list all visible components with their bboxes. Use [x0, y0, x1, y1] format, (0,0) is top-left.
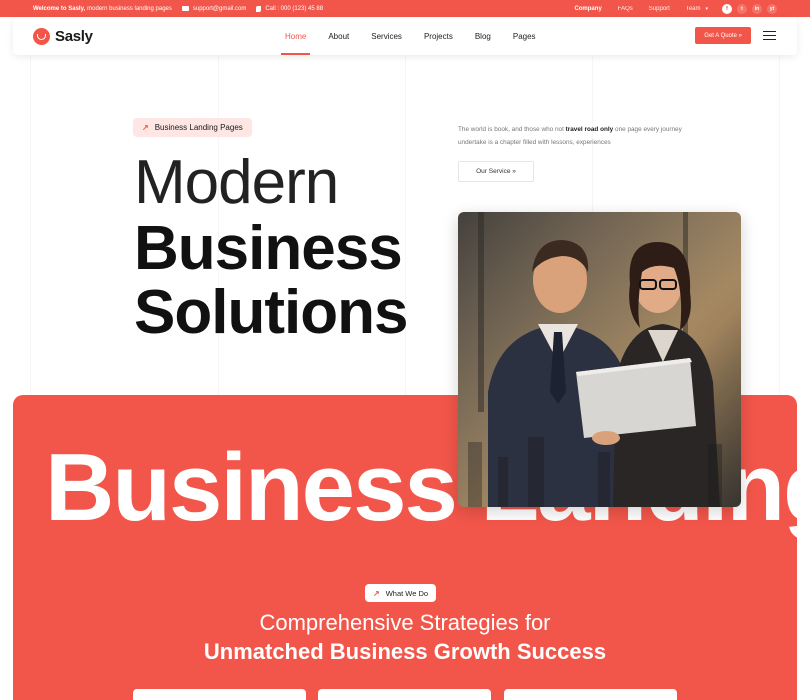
- welcome-tagline: modern business landing pages: [87, 5, 172, 12]
- logo-icon: [33, 27, 50, 45]
- section-subtitle-line2: Unmatched Business Growth Success: [203, 639, 607, 664]
- twitter-icon[interactable]: t: [737, 3, 747, 14]
- hero-intro: The world is book, and those who not tra…: [458, 123, 708, 149]
- logo[interactable]: Sasly: [33, 27, 93, 45]
- nav-item-services[interactable]: Services: [371, 17, 402, 55]
- topbar-link-faqs[interactable]: FAQs: [618, 6, 633, 12]
- email-contact[interactable]: support@gmail.com: [181, 5, 247, 12]
- arrow-up-right-icon: ↗: [373, 588, 380, 598]
- youtube-icon[interactable]: yt: [767, 3, 777, 14]
- nav-item-home[interactable]: Home: [280, 17, 311, 55]
- intro-text-bold: travel road only: [565, 126, 614, 133]
- arrow-up-right-icon: ↗: [142, 123, 149, 132]
- welcome-brand: Welcome to Sasly,: [33, 5, 86, 12]
- phone-icon: [256, 5, 262, 12]
- main-navbar: Sasly Home About Services Projects Blog …: [13, 17, 797, 55]
- topbar-link-team[interactable]: Team: [686, 6, 701, 12]
- facebook-icon[interactable]: f: [722, 3, 732, 14]
- email-text: support@gmail.com: [192, 5, 247, 12]
- top-bar: Welcome to Sasly, modern business landin…: [0, 0, 810, 17]
- mail-icon: [181, 6, 189, 11]
- what-we-do-badge: ↗ What We Do: [365, 584, 437, 602]
- hero-heading-line3: Solutions: [134, 278, 408, 347]
- phone-contact[interactable]: Call : 000 (123) 45 88: [256, 5, 324, 12]
- nav-item-blog[interactable]: Blog: [475, 17, 491, 55]
- topbar-link-company[interactable]: Company: [574, 6, 601, 12]
- nav-item-about[interactable]: About: [328, 17, 349, 55]
- hero-heading-line1: Modern: [134, 148, 339, 217]
- intro-text-start: The world is book, and those who not: [458, 126, 566, 133]
- topbar-links: Company FAQs Support Team ▾ f t in yt: [558, 3, 777, 14]
- logo-text: Sasly: [55, 27, 93, 45]
- hamburger-icon[interactable]: [763, 31, 776, 40]
- service-card[interactable]: [504, 689, 677, 700]
- our-service-button[interactable]: Our Service »: [458, 161, 534, 182]
- main-menu: Home About Services Projects Blog Pages: [280, 17, 558, 55]
- phone-text: Call : 000 (123) 45 88: [265, 5, 324, 12]
- section-subtitle-line1: Comprehensive Strategies for: [259, 610, 551, 635]
- business-people-illustration: [458, 212, 741, 507]
- topbar-link-support[interactable]: Support: [649, 6, 670, 12]
- hero-badge-label: Business Landing Pages: [154, 123, 243, 132]
- nav-item-pages[interactable]: Pages: [513, 17, 536, 55]
- welcome-text: Welcome to Sasly, modern business landin…: [33, 6, 172, 12]
- nav-item-projects[interactable]: Projects: [424, 17, 453, 55]
- service-card[interactable]: [318, 689, 491, 700]
- hero-heading-line2: Business: [134, 214, 403, 283]
- hero-badge: ↗ Business Landing Pages: [133, 118, 252, 137]
- service-card[interactable]: [133, 689, 306, 700]
- chevron-down-icon[interactable]: ▾: [705, 6, 708, 12]
- hero-photo: [458, 212, 741, 507]
- linkedin-icon[interactable]: in: [752, 3, 762, 14]
- get-quote-button[interactable]: Get A Quote »: [695, 27, 751, 44]
- what-we-do-label: What We Do: [385, 588, 429, 598]
